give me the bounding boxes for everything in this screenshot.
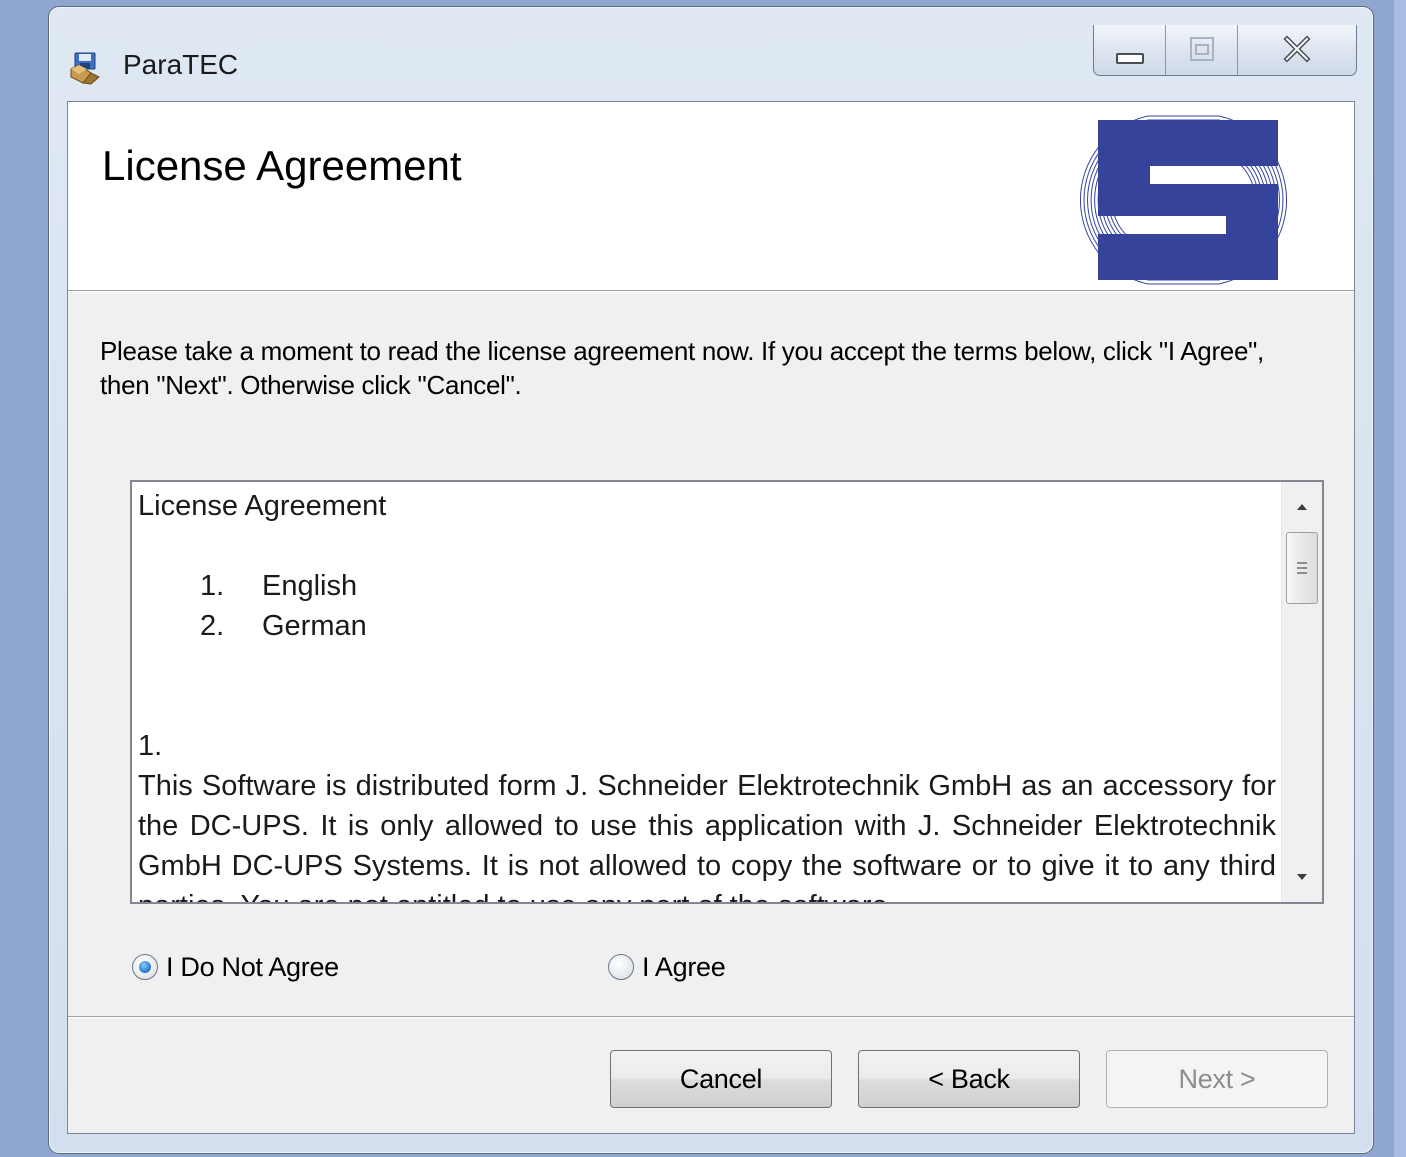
minimize-button[interactable] — [1094, 25, 1166, 75]
dialog-client-area: License Agreement Please take a moment t… — [67, 101, 1355, 1134]
banner-divider — [68, 291, 1354, 292]
maximize-button — [1166, 25, 1238, 75]
caption-buttons — [1093, 25, 1357, 76]
back-button[interactable]: < Back — [858, 1050, 1080, 1108]
scroll-down-button[interactable] — [1282, 856, 1322, 902]
radio-do-not-agree-control[interactable] — [132, 954, 158, 980]
button-area-divider-highlight — [68, 1017, 1354, 1018]
window-title: ParaTEC — [123, 49, 239, 80]
toc-item-german: 2. German — [138, 606, 1276, 646]
scroll-thumb[interactable] — [1286, 532, 1318, 604]
close-icon — [1283, 35, 1311, 63]
close-button[interactable] — [1238, 25, 1356, 75]
installer-window: ParaTEC License Agreement Please take a … — [48, 6, 1374, 1154]
toc-number: 1. — [200, 570, 225, 602]
radio-do-not-agree[interactable]: I Do Not Agree — [132, 950, 339, 984]
company-logo — [1080, 115, 1287, 285]
cancel-button[interactable]: Cancel — [610, 1050, 832, 1108]
section-number: 1. — [138, 730, 163, 762]
arrow-down-icon — [1297, 874, 1307, 880]
next-button[interactable]: Next > — [1106, 1050, 1328, 1108]
vertical-scrollbar[interactable] — [1281, 482, 1322, 902]
grip-icon — [1297, 562, 1307, 574]
instructions-text: Please take a moment to read the license… — [100, 336, 1264, 400]
radio-agree[interactable]: I Agree — [608, 950, 726, 984]
arrow-up-icon — [1297, 504, 1307, 510]
maximize-icon — [1190, 37, 1214, 61]
installer-icon — [70, 52, 100, 85]
title-bar[interactable]: ParaTEC — [49, 7, 1373, 102]
desktop-edge — [1394, 0, 1406, 1157]
toc-number: 2. — [200, 610, 225, 642]
radio-do-not-agree-label: I Do Not Agree — [166, 951, 339, 982]
page-title: License Agreement — [102, 142, 462, 189]
toc-item-english: 1. English — [138, 566, 1276, 606]
header-banner: License Agreement — [68, 102, 1354, 291]
license-heading: License Agreement — [138, 490, 387, 522]
toc-label: English — [262, 570, 358, 602]
minimize-icon — [1116, 53, 1144, 64]
scroll-up-button[interactable] — [1282, 482, 1322, 528]
toc-label: German — [262, 610, 367, 642]
license-text-box[interactable]: License Agreement 1. English 2. German 1… — [130, 480, 1324, 904]
radio-agree-label: I Agree — [642, 951, 726, 982]
radio-agree-control[interactable] — [608, 954, 634, 980]
license-paragraph: This Software is distributed form J. Sch… — [138, 770, 1276, 902]
license-content: License Agreement 1. English 2. German 1… — [138, 486, 1276, 902]
